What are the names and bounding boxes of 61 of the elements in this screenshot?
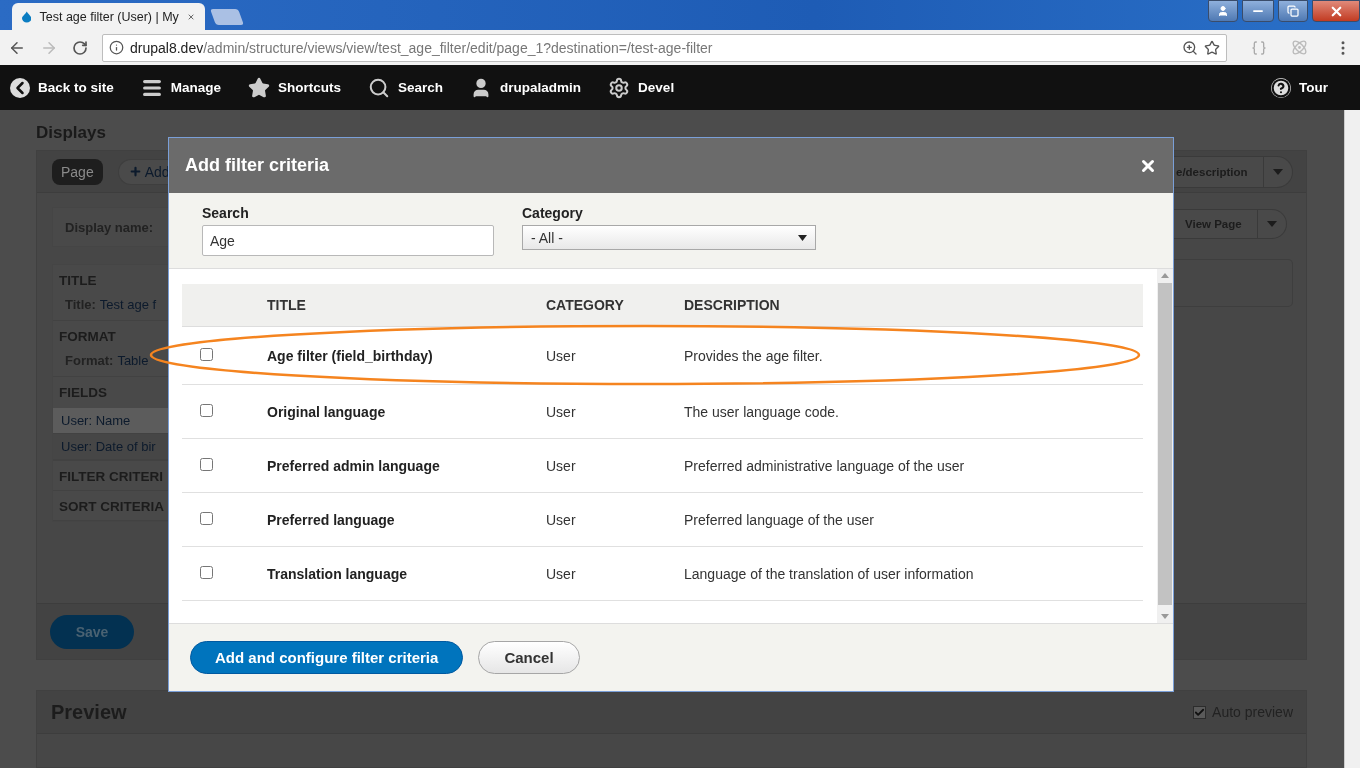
table-cell-text: Provides the age filter.	[684, 347, 824, 364]
table-cell-text: Preferred administrative language of the user	[684, 457, 966, 474]
settings-icon	[608, 76, 631, 99]
user-icon	[1217, 5, 1229, 17]
column-header: DESCRIPTION	[684, 297, 781, 313]
checkbox[interactable]	[200, 511, 213, 525]
restore-button[interactable]	[1278, 0, 1308, 22]
column-header: TITLE	[267, 297, 307, 313]
new-tab-button[interactable]	[210, 9, 244, 25]
star-icon[interactable]	[1204, 39, 1220, 56]
zoom-icon[interactable]	[1182, 39, 1198, 56]
toolbar-link[interactable]: Devel	[608, 76, 675, 99]
table-cell-text: User	[546, 403, 577, 420]
back-icon	[10, 77, 30, 98]
display-tab[interactable]: Page	[52, 158, 103, 185]
table-cell-text: Translation language	[267, 565, 409, 582]
toolbar-link[interactable]: Back to site	[10, 77, 114, 98]
toolbar-link[interactable]: Shortcuts	[248, 76, 342, 99]
table-cell-text: Age filter (field_birthday)	[267, 347, 434, 364]
address-bar[interactable]: drupal8.dev/admin/structure/views/view/test_age_filter/edit/page_1?destination=/test-age-filter	[102, 33, 1227, 62]
field-label: Category	[522, 205, 584, 221]
search-icon	[368, 76, 391, 99]
close-window-button[interactable]	[1312, 0, 1360, 22]
table-cell-text: Original language	[267, 403, 387, 420]
table-cell-text: User	[546, 565, 577, 582]
table-cell-text: The user language code.	[684, 403, 840, 420]
add-filter-button[interactable]: Add and configure filter criteria	[190, 641, 464, 674]
table-cell-text: Preferred admin language	[267, 457, 441, 474]
reload-icon[interactable]	[72, 39, 88, 56]
checkbox[interactable]	[200, 565, 213, 579]
minimize-button[interactable]	[1242, 0, 1274, 22]
toolbar-link[interactable]: Manage	[140, 76, 222, 99]
star-icon	[248, 76, 271, 99]
checkbox[interactable]	[200, 403, 213, 417]
checkbox[interactable]	[200, 457, 213, 471]
restore-icon	[1287, 5, 1299, 17]
cancel-button[interactable]: Cancel	[478, 641, 580, 674]
search-field[interactable]: Age	[202, 225, 494, 256]
table-cell-text: Preferred language	[267, 511, 396, 528]
table-cell-text: User	[546, 511, 577, 528]
checkbox[interactable]	[200, 347, 213, 361]
column-header: CATEGORY	[546, 297, 625, 313]
browser-tab[interactable]: Test age filter (User) | My	[12, 3, 205, 30]
profile-button[interactable]	[1208, 0, 1238, 22]
table-cell-text: User	[546, 457, 577, 474]
field-label: Search	[202, 205, 250, 221]
scrollbar[interactable]	[1344, 110, 1360, 768]
table-cell-text: User	[546, 347, 577, 364]
help-icon	[1271, 77, 1291, 98]
info-icon[interactable]	[109, 40, 124, 55]
toolbar-link[interactable]: drupaladmin	[470, 76, 582, 99]
table-cell-text: Preferred language of the user	[684, 511, 875, 528]
table-cell-text: Language of the translation of user information	[684, 565, 975, 582]
checkbox[interactable]	[1193, 705, 1207, 719]
toolbar-link[interactable]: Search	[368, 76, 444, 99]
caret-icon	[798, 234, 807, 241]
category-select[interactable]: - All -	[522, 225, 816, 250]
toolbar-link[interactable]: Tour	[1271, 77, 1328, 98]
dialog-title: Add filter criteria	[185, 155, 331, 176]
scrollbar[interactable]	[1157, 269, 1173, 623]
plus-icon	[128, 165, 142, 178]
